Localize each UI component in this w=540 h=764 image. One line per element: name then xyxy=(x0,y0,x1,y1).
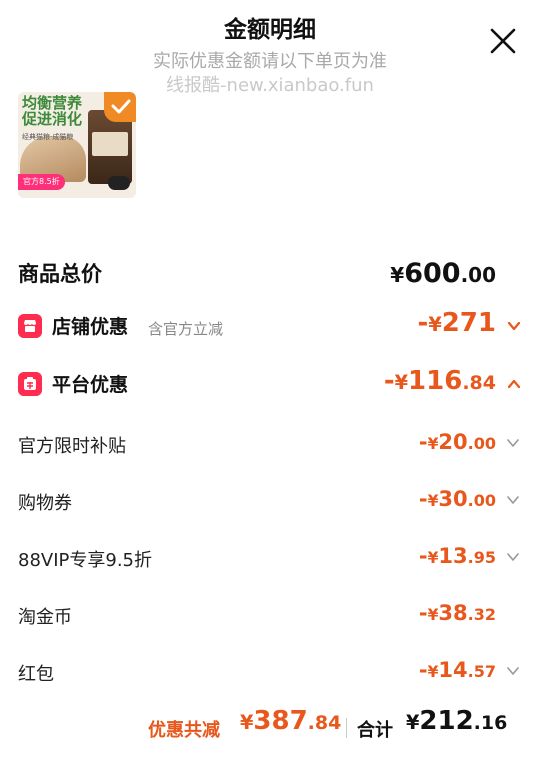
discount-item-amount: -¥13.95 xyxy=(418,544,496,568)
discount-item-amount: -¥20.00 xyxy=(418,430,496,454)
discount-item-row[interactable]: 官方限时补贴 -¥20.00 xyxy=(0,428,540,464)
grand-total-label: 合计 xyxy=(357,720,393,741)
shop-discount-note: 含官方立减 xyxy=(148,320,224,338)
chevron-down-icon[interactable] xyxy=(506,664,520,678)
close-icon[interactable] xyxy=(488,26,518,56)
chevron-down-icon[interactable] xyxy=(506,550,520,564)
discount-item-row[interactable]: 88VIP专享9.5折 -¥13.95 xyxy=(0,542,540,578)
check-icon xyxy=(104,92,136,122)
discount-item-label: 红包 xyxy=(18,664,54,685)
product-discount-badge: 官方8.5折 xyxy=(18,174,65,190)
chevron-up-icon[interactable] xyxy=(506,376,522,392)
page-title: 金额明细 xyxy=(224,17,316,43)
product-image-text: 均衡营养 促进消化 xyxy=(22,94,83,128)
discount-item-amount: -¥14.57 xyxy=(418,658,496,682)
discount-item-label: 购物券 xyxy=(18,493,72,514)
discount-item-row[interactable]: 红包 -¥14.57 xyxy=(0,656,540,692)
total-discount-label: 优惠共减 xyxy=(148,720,220,741)
shop-discount-label: 店铺优惠 xyxy=(52,316,129,338)
platform-discount-row[interactable]: 平台优惠 -¥116.84 xyxy=(0,366,540,406)
platform-icon xyxy=(18,372,42,396)
total-discount-amount: ¥387.84 xyxy=(240,706,342,736)
total-price-value: ¥600.00 xyxy=(390,258,496,289)
chevron-down-icon[interactable] xyxy=(506,436,520,450)
discount-item-row[interactable]: 购物券 -¥30.00 xyxy=(0,485,540,521)
discount-item-label: 官方限时补贴 xyxy=(18,436,126,457)
summary-footer: 优惠共减 ¥387.84 合计 ¥212.16 xyxy=(0,704,540,750)
chevron-down-icon[interactable] xyxy=(506,493,520,507)
platform-discount-amount: -¥116.84 xyxy=(383,366,496,396)
grand-total-amount: ¥212.16 xyxy=(406,706,508,736)
total-price-label: 商品总价 xyxy=(18,262,102,286)
product-thumbnail[interactable]: 均衡营养 促进消化 经典猫粮·成猫粮 官方8.5折 xyxy=(18,92,136,198)
header: 金额明细 实际优惠金额请以下单页为准 线报酷-new.xianbao.fun xyxy=(0,0,540,96)
shop-discount-amount: -¥271 xyxy=(417,308,496,338)
discount-item-label: 淘金币 xyxy=(18,607,72,628)
product-image-small-text: 经典猫粮·成猫粮 xyxy=(22,133,74,141)
product-image-bag-label xyxy=(92,132,128,156)
page-subtitle: 实际优惠金额请以下单页为准 xyxy=(153,51,387,72)
footer-divider xyxy=(346,718,347,738)
discount-item-amount: -¥30.00 xyxy=(418,487,496,511)
discount-item-row: 淘金币 -¥38.32 xyxy=(0,599,540,635)
platform-discount-label: 平台优惠 xyxy=(52,374,129,396)
ad-mark-icon xyxy=(108,176,130,190)
chevron-down-icon[interactable] xyxy=(506,318,522,334)
shop-discount-row[interactable]: 店铺优惠 含官方立减 -¥271 xyxy=(0,308,540,348)
discount-item-amount: -¥38.32 xyxy=(418,601,496,625)
total-price-row: 商品总价 ¥600.00 xyxy=(0,254,540,294)
shop-icon xyxy=(18,314,42,338)
discount-item-label: 88VIP专享9.5折 xyxy=(18,550,153,571)
